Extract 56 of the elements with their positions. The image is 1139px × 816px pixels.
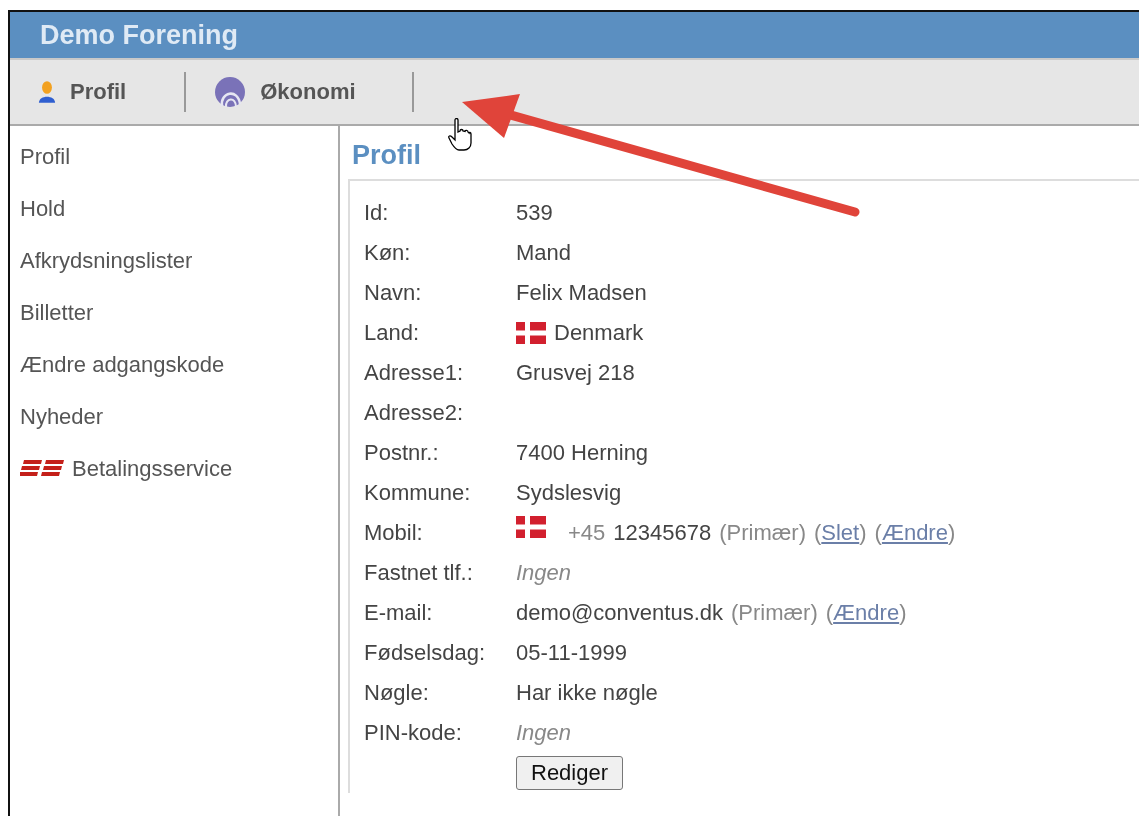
field-value: 12345678 <box>613 520 712 546</box>
bs-logo-icon <box>20 459 66 477</box>
edit-button[interactable]: Rediger <box>516 756 624 790</box>
field-label: Adresse1: <box>364 360 465 386</box>
sidebar-item[interactable]: Afkrydsningslister <box>20 248 338 300</box>
field-value: Denmark <box>554 320 644 346</box>
paren: ) <box>899 600 907 626</box>
tab[interactable]: Profil <box>10 72 187 112</box>
field-value: Ingen <box>516 560 572 586</box>
field-label: Id: <box>364 200 390 226</box>
field-value: 05-11-1999 <box>516 640 627 666</box>
field-value: Felix Madsen <box>516 280 647 306</box>
site-title: Demo Forening <box>40 19 238 51</box>
sidebar-item[interactable]: Hold <box>20 196 338 248</box>
field-label: Fastnet tlf.: <box>364 560 474 586</box>
field-value: Mand <box>516 240 572 266</box>
field-label: Køn: <box>364 240 412 266</box>
field-label: PIN-kode: <box>364 720 463 746</box>
field-value: 539 <box>516 200 553 226</box>
sidebar-item[interactable]: Betalingsservice <box>20 456 338 508</box>
paren: ( <box>874 520 882 546</box>
field-value: Sydslesvig <box>516 480 622 506</box>
paren: ) <box>947 520 956 546</box>
hand-cursor-icon <box>448 118 472 152</box>
field-value: Ingen <box>516 720 572 746</box>
paren: ) <box>859 520 867 546</box>
field-label: Land: <box>364 320 421 346</box>
link[interactable]: Ændre <box>833 600 900 626</box>
sidebar-item[interactable]: Ændre adgangskode <box>20 352 338 404</box>
sidebar-item[interactable]: Nyheder <box>20 404 338 456</box>
danish-flag-icon <box>516 516 546 538</box>
person-icon <box>38 80 56 104</box>
field-label: Fødselsdag: <box>364 640 487 666</box>
sidebar-item[interactable]: Profil <box>20 144 338 196</box>
paren: ( <box>814 520 822 546</box>
field-label: Nøgle: <box>364 680 430 706</box>
country-code: +45 <box>568 520 606 546</box>
primary-note: (Primær) <box>731 600 818 626</box>
field-value: demo@conventus.dk <box>516 600 723 626</box>
primary-note: (Primær) <box>719 520 806 546</box>
danish-flag-icon <box>516 322 546 344</box>
link[interactable]: Ændre <box>881 520 948 546</box>
field-label: Kommune: <box>364 480 472 506</box>
tab[interactable]: Økonomi <box>186 72 414 112</box>
field-value: 7400 Herning <box>516 440 649 466</box>
field-label: E-mail: <box>364 600 434 626</box>
field-label: Postnr.: <box>364 440 440 466</box>
field-label: Adresse2: <box>364 400 465 426</box>
swirl-icon <box>214 76 247 108</box>
sidebar-item[interactable]: Billetter <box>20 300 338 352</box>
field-label: Navn: <box>364 280 423 306</box>
field-value: Grusvej 218 <box>516 360 635 386</box>
link[interactable]: Slet <box>821 520 860 546</box>
field-value: Har ikke nøgle <box>516 680 658 706</box>
field-label: Mobil: <box>364 520 424 546</box>
paren: ( <box>825 600 834 626</box>
